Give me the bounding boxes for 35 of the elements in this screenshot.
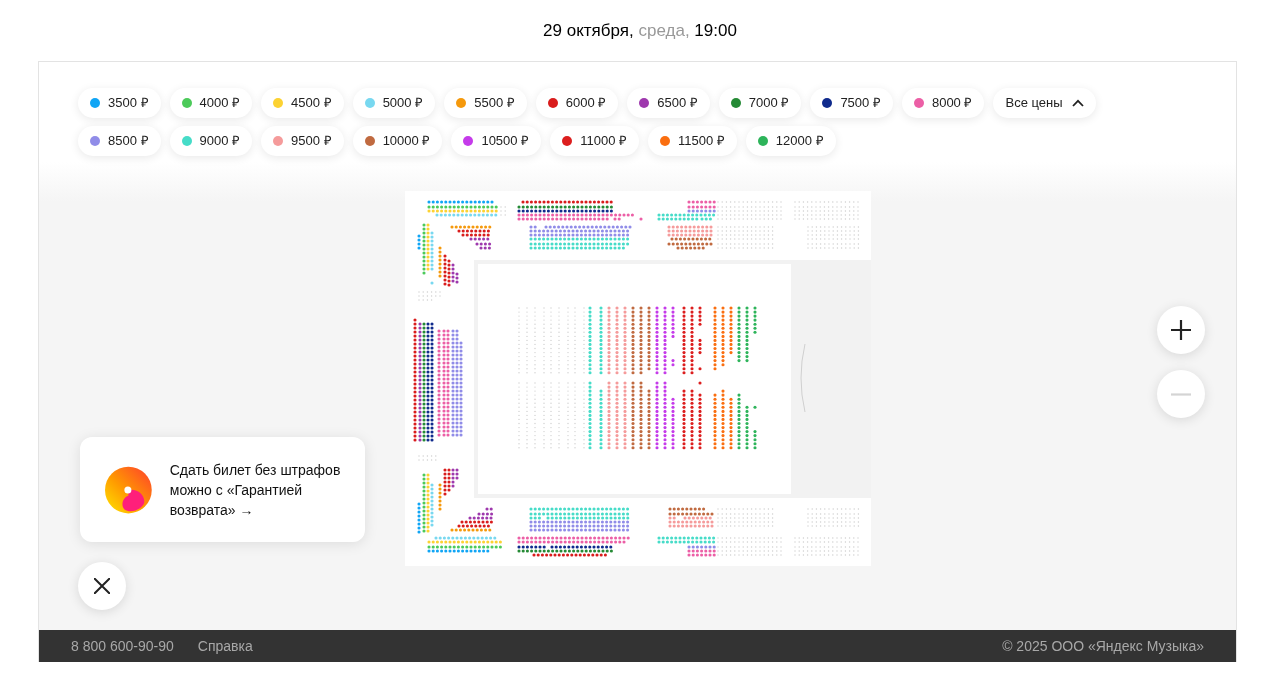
price-filter-chip[interactable]: 7500 ₽ [810,88,893,118]
minus-icon [1171,392,1191,396]
copyright-text: © 2025 ООО «Яндекс Музыка» [1002,636,1204,656]
phone-link[interactable]: 8 800 600-90-90 [71,635,174,657]
close-button[interactable] [78,562,126,610]
plus-icon [1171,320,1191,340]
price-filter-chip[interactable]: 11500 ₽ [647,126,737,156]
help-link[interactable]: Справка [197,635,253,657]
zoom-in-button[interactable] [1157,306,1205,354]
event-weekday: среда, [638,19,690,42]
price-filter-chip[interactable]: 10000 ₽ [352,126,443,156]
price-filter-chip[interactable]: 8500 ₽ [78,126,161,156]
price-filter-chip[interactable]: 9500 ₽ [261,126,344,156]
seating-chart[interactable] [404,191,871,566]
price-filter-chip[interactable]: 4500 ₽ [261,88,344,118]
price-filter-chip[interactable]: 5500 ₽ [444,88,527,118]
price-filter-chip[interactable]: 5000 ₽ [352,88,436,118]
price-filter-chip[interactable]: 9000 ₽ [169,126,253,156]
promo-card[interactable]: Сдать билет без штрафов можно с «Гарантией возврата» → [80,437,365,542]
close-icon [94,578,110,594]
price-filter-chip[interactable]: 10500 ₽ [451,126,542,156]
chevron-up-icon [1071,99,1084,107]
price-filter-chip[interactable]: 12000 ₽ [745,126,836,156]
price-filter-chip[interactable]: 8000 ₽ [901,88,985,118]
promo-text: Сдать билет без штрафов можно с «Гарантией возврата» → [169,460,342,520]
price-filter-chip[interactable]: 7000 ₽ [718,88,802,118]
price-filter-chip[interactable]: 11000 ₽ [550,126,639,156]
event-time: 19:00 [694,19,737,42]
all-prices-toggle[interactable]: Все цены [993,88,1096,118]
event-date: 29 октября, [543,19,634,42]
price-filter-chip[interactable]: 6000 ₽ [535,88,619,118]
price-filter-chip[interactable]: 6500 ₽ [627,88,710,118]
price-filter-chip[interactable]: 3500 ₽ [78,88,161,118]
price-filter-chip[interactable]: 4000 ₽ [169,88,253,118]
logo-icon [105,465,152,514]
